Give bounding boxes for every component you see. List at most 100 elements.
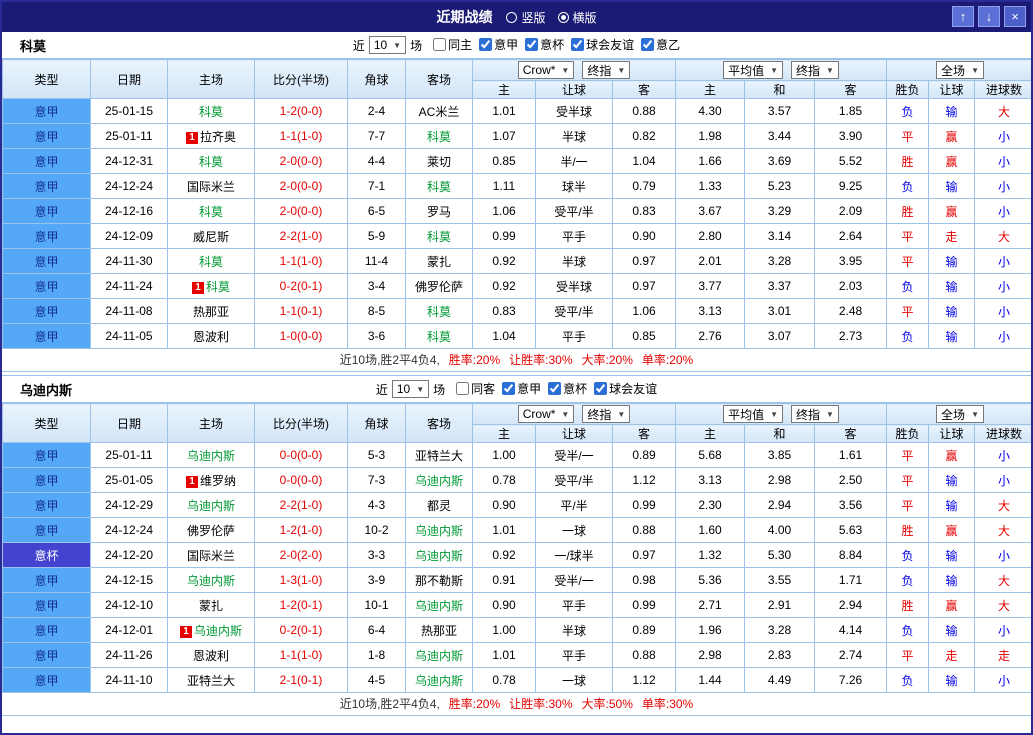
odds-source-dropdown[interactable]: Crow* <box>517 61 575 79</box>
league-cell: 意甲 <box>2 667 91 693</box>
checkbox-input[interactable] <box>594 382 608 395</box>
filter-checkbox[interactable]: 意杯 <box>548 380 587 397</box>
col-avg-home: 主 <box>675 80 745 99</box>
odds-home-cell: 1.04 <box>472 323 536 349</box>
avg-home-cell: 3.13 <box>675 467 745 493</box>
scope-dropdown[interactable]: 全场 <box>936 61 984 79</box>
odds-final-dropdown[interactable]: 终指 <box>582 61 631 79</box>
avg-away-cell: 2.64 <box>813 223 888 249</box>
filter-checkbox[interactable]: 球会友谊 <box>571 36 634 53</box>
summary-stat: 让胜率:30% <box>509 353 573 367</box>
score-cell: 1-0(0-0) <box>254 323 348 349</box>
away-team-cell: 科莫 <box>405 298 473 324</box>
scroll-down-button[interactable]: ↓ <box>978 6 1000 27</box>
scope-dropdown[interactable]: 全场 <box>936 405 984 423</box>
filter-checkbox[interactable]: 球会友谊 <box>594 380 657 397</box>
league-cell: 意甲 <box>2 517 91 543</box>
date-cell: 24-11-30 <box>90 248 168 274</box>
handicap-cell: 受半球 <box>535 98 613 124</box>
radio-icon[interactable] <box>506 11 518 23</box>
score-cell: 1-1(1-0) <box>254 248 348 274</box>
col-odds-away: 客 <box>612 424 676 443</box>
odds-home-cell: 0.90 <box>472 592 536 618</box>
home-team-cell: 1 维罗纳 <box>167 467 255 493</box>
checkbox-input[interactable] <box>456 382 470 395</box>
filter-checkbox[interactable]: 意乙 <box>641 36 680 53</box>
goals-cell: 大 <box>974 517 1031 543</box>
goals-cell: 小 <box>974 148 1031 174</box>
away-team-cell: 罗马 <box>405 198 473 224</box>
col-avg-away: 客 <box>813 424 888 443</box>
result-cell: 负 <box>886 173 930 199</box>
layout-radio-option[interactable]: 竖版 <box>506 9 546 26</box>
match-row: 意甲 24-12-10 蒙扎 1-2(0-1) 10-1 乌迪内斯 0.90 平手 0.99 2.… <box>2 592 1031 618</box>
corner-cell: 10-2 <box>347 517 406 543</box>
filter-row: 科莫 近 10 场 同主 意甲 意杯 球会友谊 意乙 <box>2 32 1031 59</box>
scope-dropdown-cell: 全场 <box>886 403 1031 425</box>
avg-draw-cell: 5.30 <box>744 542 815 568</box>
layout-radio-selected[interactable]: 横版 <box>557 9 597 26</box>
handicap-cell: 平手 <box>535 642 613 668</box>
corner-cell: 11-4 <box>347 248 406 274</box>
match-count-dropdown[interactable]: 10 <box>368 36 407 54</box>
handicap-result-cell: 输 <box>928 492 976 518</box>
checkbox-input[interactable] <box>525 38 539 51</box>
filter-checkbox[interactable]: 意甲 <box>479 36 518 53</box>
checkbox-input[interactable] <box>571 38 585 51</box>
odds-home-cell: 0.90 <box>472 492 536 518</box>
col-avg-draw: 和 <box>744 424 815 443</box>
avg-final-dropdown[interactable]: 终指 <box>791 61 839 79</box>
team-link: 科莫 <box>198 204 223 219</box>
col-away: 客场 <box>405 403 473 443</box>
handicap-result-cell: 赢 <box>928 198 976 224</box>
odds-source-dropdown[interactable]: Crow* <box>517 405 575 423</box>
checkbox-input[interactable] <box>502 382 516 395</box>
match-row: 意甲 24-12-24 国际米兰 2-0(0-0) 7-1 科莫 1.11 球半 0.79 1.3… <box>2 173 1031 199</box>
match-row: 意甲 24-11-26 恩波利 1-1(1-0) 1-8 乌迪内斯 1.01 平手 0.88 2.… <box>2 642 1031 668</box>
checkbox-input[interactable] <box>479 38 493 51</box>
scroll-up-button[interactable]: ↑ <box>952 6 974 27</box>
checkbox-input[interactable] <box>548 382 562 395</box>
away-team-cell: 乌迪内斯 <box>405 667 473 693</box>
checkbox-label: 意甲 <box>517 382 542 396</box>
filter-checkbox[interactable]: 同客 <box>456 380 495 397</box>
team-link: 乌迪内斯 <box>414 473 463 488</box>
team-link: 国际米兰 <box>186 179 235 194</box>
handicap-cell: 球半 <box>535 173 613 199</box>
handicap-cell: 一/球半 <box>535 542 613 568</box>
team-link: 乌迪内斯 <box>414 598 463 613</box>
odds-home-cell: 0.78 <box>472 467 536 493</box>
avg-source-dropdown[interactable]: 平均值 <box>723 61 783 79</box>
avg-home-cell: 2.76 <box>675 323 745 349</box>
odds-final-dropdown[interactable]: 终指 <box>582 405 631 423</box>
avg-away-cell: 2.03 <box>813 273 888 299</box>
team-link: 都灵 <box>426 498 451 513</box>
checkbox-input[interactable] <box>641 38 655 51</box>
score-cell: 1-2(0-1) <box>254 592 348 618</box>
team-link: 那不勒斯 <box>414 573 463 588</box>
result-cell: 负 <box>886 98 930 124</box>
score-cell: 1-1(1-0) <box>254 123 348 149</box>
checkbox-input[interactable] <box>433 38 447 51</box>
corner-cell: 4-5 <box>347 667 406 693</box>
avg-final-dropdown[interactable]: 终指 <box>791 405 839 423</box>
odds-home-cell: 0.78 <box>472 667 536 693</box>
league-cell: 意甲 <box>2 642 91 668</box>
avg-draw-cell: 3.28 <box>744 617 815 643</box>
avg-away-cell: 2.48 <box>813 298 888 324</box>
radio-icon[interactable] <box>557 11 569 23</box>
handicap-cell: 平手 <box>535 323 613 349</box>
close-button[interactable]: × <box>1004 6 1026 27</box>
handicap-result-cell: 赢 <box>928 592 976 618</box>
score-cell: 0-0(0-0) <box>254 442 348 468</box>
match-count-dropdown[interactable]: 10 <box>391 380 430 398</box>
team-link: 蒙扎 <box>198 598 223 613</box>
filter-checkbox[interactable]: 同主 <box>433 36 472 53</box>
avg-source-dropdown[interactable]: 平均值 <box>723 405 783 423</box>
avg-draw-cell: 3.85 <box>744 442 815 468</box>
col-home: 主场 <box>167 403 255 443</box>
filter-checkbox[interactable]: 意杯 <box>525 36 564 53</box>
date-cell: 24-12-29 <box>90 492 168 518</box>
result-cell: 胜 <box>886 198 930 224</box>
filter-checkbox[interactable]: 意甲 <box>502 380 541 397</box>
